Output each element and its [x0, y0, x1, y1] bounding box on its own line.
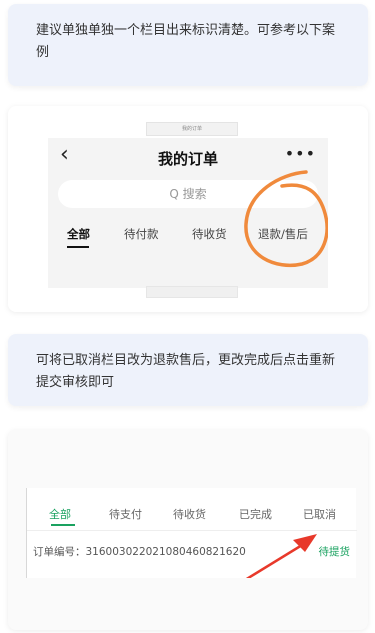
mini-phone-header: 我的订单: [146, 122, 238, 136]
order-page-screenshot: ‹ 我的订单 ••• Q 搜索 全部 待付款 待收货 退款/售后: [48, 138, 328, 288]
mini-header-caption: 我的订单: [181, 126, 202, 132]
mini-phone-footer: [146, 286, 238, 298]
message-text: 可将已取消栏目改为退款售后，更改完成后点击重新提交审核即可: [36, 353, 336, 390]
order-list-screenshot: 全部 待支付 待收货 已完成 已取消 订单编号：3160030220210804…: [26, 488, 357, 578]
example-screenshot-2[interactable]: 全部 待支付 待收货 已完成 已取消 订单编号：3160030220210804…: [8, 430, 368, 630]
message-text: 建议单独单独一个栏目出来标识清楚。可参考以下案例: [36, 23, 336, 60]
message-bubble-2: 可将已取消栏目改为退款售后，更改完成后点击重新提交审核即可: [8, 334, 368, 406]
highlight-circle-annotation: [244, 170, 328, 267]
arrow-annotation: [245, 534, 317, 578]
example-screenshot-1[interactable]: 我的订单 ‹ 我的订单 ••• Q 搜索 全部 待付款 待收货 退款/售后: [8, 106, 368, 312]
message-bubble-1: 建议单独单独一个栏目出来标识清楚。可参考以下案例: [8, 4, 368, 86]
